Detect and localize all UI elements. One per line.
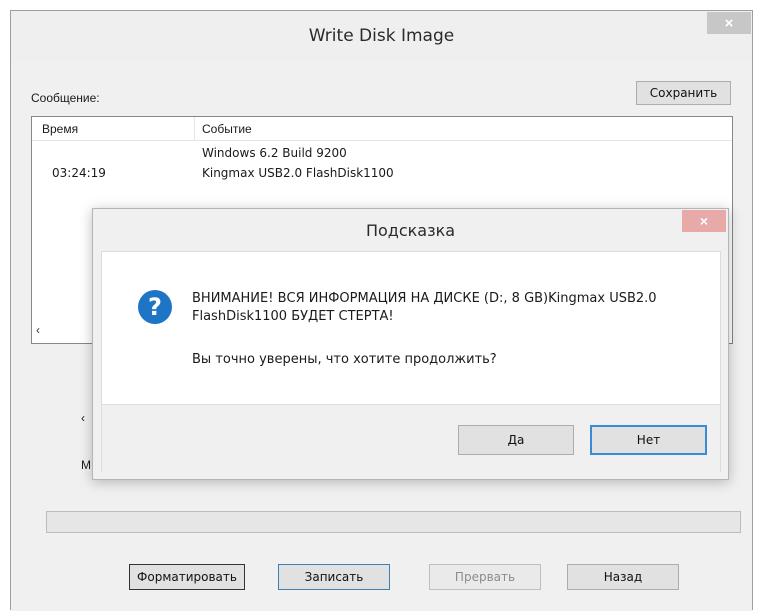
log-row-event: Kingmax USB2.0 FlashDisk1100 <box>202 166 394 180</box>
column-header-time[interactable]: Время <box>42 122 78 136</box>
log-header: Время Событие <box>32 117 732 141</box>
no-button[interactable]: Нет <box>590 425 707 455</box>
dialog-footer: Да Нет <box>102 404 720 473</box>
obscured-label-fragment: ‹ <box>81 411 85 425</box>
obscured-label-fragment: M <box>81 458 91 472</box>
window-titlebar[interactable]: Write Disk Image × <box>11 11 752 61</box>
log-row-time: 03:24:19 <box>52 166 106 180</box>
window-title: Write Disk Image <box>308 26 455 46</box>
column-separator[interactable] <box>194 117 195 141</box>
warning-message: ВНИМАНИЕ! ВСЯ ИНФОРМАЦИЯ НА ДИСКЕ (D:, 8… <box>192 291 657 324</box>
confirm-dialog: Подсказка × ? ВНИМАНИЕ! ВСЯ ИНФОРМАЦИЯ Н… <box>92 208 729 480</box>
dialog-close-button[interactable]: × <box>682 210 726 232</box>
format-button[interactable]: Форматировать <box>129 564 245 590</box>
scroll-left-arrow-icon[interactable]: ‹ <box>36 323 40 337</box>
confirm-question: Вы точно уверены, что хотите продолжить? <box>192 352 497 367</box>
log-row[interactable]: 03:24:19 Kingmax USB2.0 FlashDisk1100 <box>32 166 732 184</box>
dialog-titlebar[interactable]: Подсказка × <box>93 209 728 251</box>
dialog-content: ? ВНИМАНИЕ! ВСЯ ИНФОРМАЦИЯ НА ДИСКЕ (D:,… <box>101 251 721 473</box>
yes-button[interactable]: Да <box>458 425 574 455</box>
messages-label: Сообщение: <box>31 91 100 105</box>
abort-button: Прервать <box>429 564 541 590</box>
progress-bar <box>46 511 741 533</box>
column-header-event[interactable]: Событие <box>202 122 252 136</box>
close-icon: × <box>699 213 709 229</box>
dialog-title: Подсказка <box>365 220 456 240</box>
window-close-button[interactable]: × <box>707 12 751 34</box>
log-row-event: Windows 6.2 Build 9200 <box>202 146 347 160</box>
write-button[interactable]: Записать <box>278 564 390 590</box>
log-row[interactable]: Windows 6.2 Build 9200 <box>32 146 732 164</box>
back-button[interactable]: Назад <box>567 564 679 590</box>
save-button[interactable]: Сохранить <box>636 81 731 105</box>
close-icon: × <box>724 14 734 32</box>
question-icon: ? <box>138 290 172 324</box>
